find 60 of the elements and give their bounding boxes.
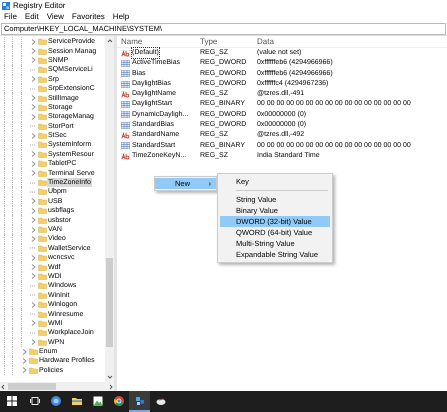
horizontal-scrollbar[interactable]	[0, 382, 114, 391]
start-icon[interactable]	[7, 396, 17, 406]
expand-icon[interactable]	[30, 208, 36, 214]
expand-icon[interactable]	[30, 104, 36, 110]
expand-icon[interactable]	[30, 264, 36, 270]
binary-value-icon	[121, 111, 130, 118]
expand-icon[interactable]	[30, 273, 36, 280]
app-icon	[2, 2, 10, 10]
string-value-icon	[121, 50, 130, 57]
menu-item[interactable]: File	[0, 11, 21, 23]
binary-value-icon	[121, 60, 130, 67]
vertical-scrollbar[interactable]	[105, 36, 114, 382]
string-value-icon	[121, 152, 130, 160]
menu-item[interactable]: View	[42, 11, 68, 23]
expand-icon[interactable]	[30, 226, 36, 232]
scroll-up-icon[interactable]	[106, 38, 112, 44]
expand-icon[interactable]	[30, 95, 36, 102]
expand-icon[interactable]	[30, 236, 36, 242]
expand-icon[interactable]	[30, 132, 36, 139]
expand-icon[interactable]	[30, 151, 36, 158]
expand-icon[interactable]	[30, 198, 36, 204]
browser-icon[interactable]	[114, 396, 124, 406]
expand-icon[interactable]	[22, 358, 26, 364]
scroll-thumb[interactable]	[106, 258, 113, 348]
expand-icon[interactable]	[30, 57, 36, 64]
expand-icon[interactable]	[30, 302, 36, 308]
menu-item[interactable]: Edit	[20, 11, 43, 23]
binary-value-icon	[121, 142, 130, 150]
binary-value-icon	[121, 80, 130, 88]
string-value-icon	[121, 90, 130, 98]
column-header[interactable]: Name	[117, 36, 197, 48]
menu-item[interactable]: Favorites	[68, 11, 109, 23]
expand-icon[interactable]	[30, 114, 36, 120]
scroll-thumb[interactable]	[8, 383, 56, 390]
expand-icon[interactable]	[30, 76, 36, 82]
expand-icon[interactable]	[30, 254, 36, 261]
binary-value-icon	[121, 101, 130, 108]
scroll-down-icon[interactable]	[106, 374, 112, 380]
expand-icon[interactable]	[22, 367, 26, 374]
image-icon[interactable]	[92, 396, 102, 406]
expand-icon[interactable]	[30, 217, 36, 224]
scroll-right-icon[interactable]	[108, 384, 114, 390]
expand-icon[interactable]	[22, 348, 26, 355]
binary-value-icon	[121, 70, 130, 78]
window-title: Registry Editor	[13, 0, 66, 12]
expand-icon[interactable]	[30, 160, 36, 167]
expand-icon[interactable]	[30, 48, 36, 54]
expand-icon[interactable]	[30, 320, 36, 326]
task-view-icon[interactable]	[30, 396, 40, 406]
column-header[interactable]: Data	[255, 36, 447, 48]
column-header[interactable]: Type	[197, 36, 255, 48]
menu-item[interactable]: Help	[108, 11, 134, 23]
folder-icon[interactable]	[72, 396, 82, 406]
scroll-left-icon[interactable]	[0, 384, 6, 390]
expand-icon[interactable]	[30, 170, 36, 176]
expand-icon[interactable]	[30, 339, 36, 346]
taskbar-button[interactable]	[129, 391, 150, 412]
string-value-icon	[121, 132, 130, 140]
expand-icon[interactable]	[30, 38, 36, 45]
binary-value-icon	[121, 122, 130, 129]
